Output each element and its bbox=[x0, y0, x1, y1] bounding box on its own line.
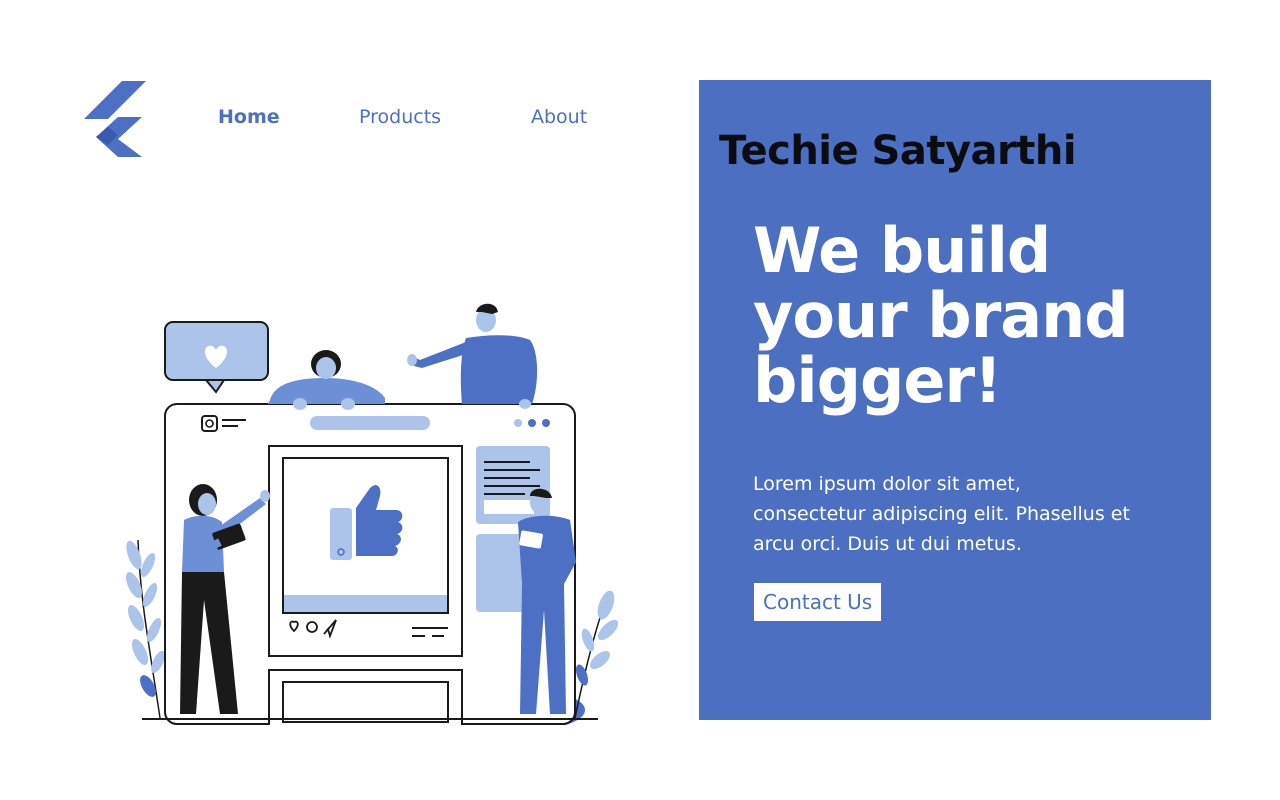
contact-us-button[interactable]: Contact Us bbox=[754, 583, 882, 621]
left-plant bbox=[125, 539, 165, 719]
heart-bubble-icon bbox=[164, 321, 269, 394]
right-plant bbox=[574, 590, 619, 719]
hero-body-text: Lorem ipsum dolor sit amet, consectetur … bbox=[753, 473, 1130, 555]
nav-about-link[interactable]: About bbox=[531, 106, 587, 128]
person-pointing bbox=[407, 303, 538, 409]
person-peeking bbox=[268, 350, 385, 410]
nav-home-link[interactable]: Home bbox=[218, 106, 280, 128]
hero-panel: Techie Satyarthi We build your brand big… bbox=[699, 80, 1211, 720]
hero-headline: We build your brand bigger! bbox=[753, 214, 1129, 417]
brand-name: Techie Satyarthi bbox=[719, 128, 1077, 174]
social-media-illustration bbox=[125, 303, 619, 725]
nav-products-link[interactable]: Products bbox=[359, 106, 441, 128]
flutter-logo-icon[interactable] bbox=[82, 79, 146, 157]
